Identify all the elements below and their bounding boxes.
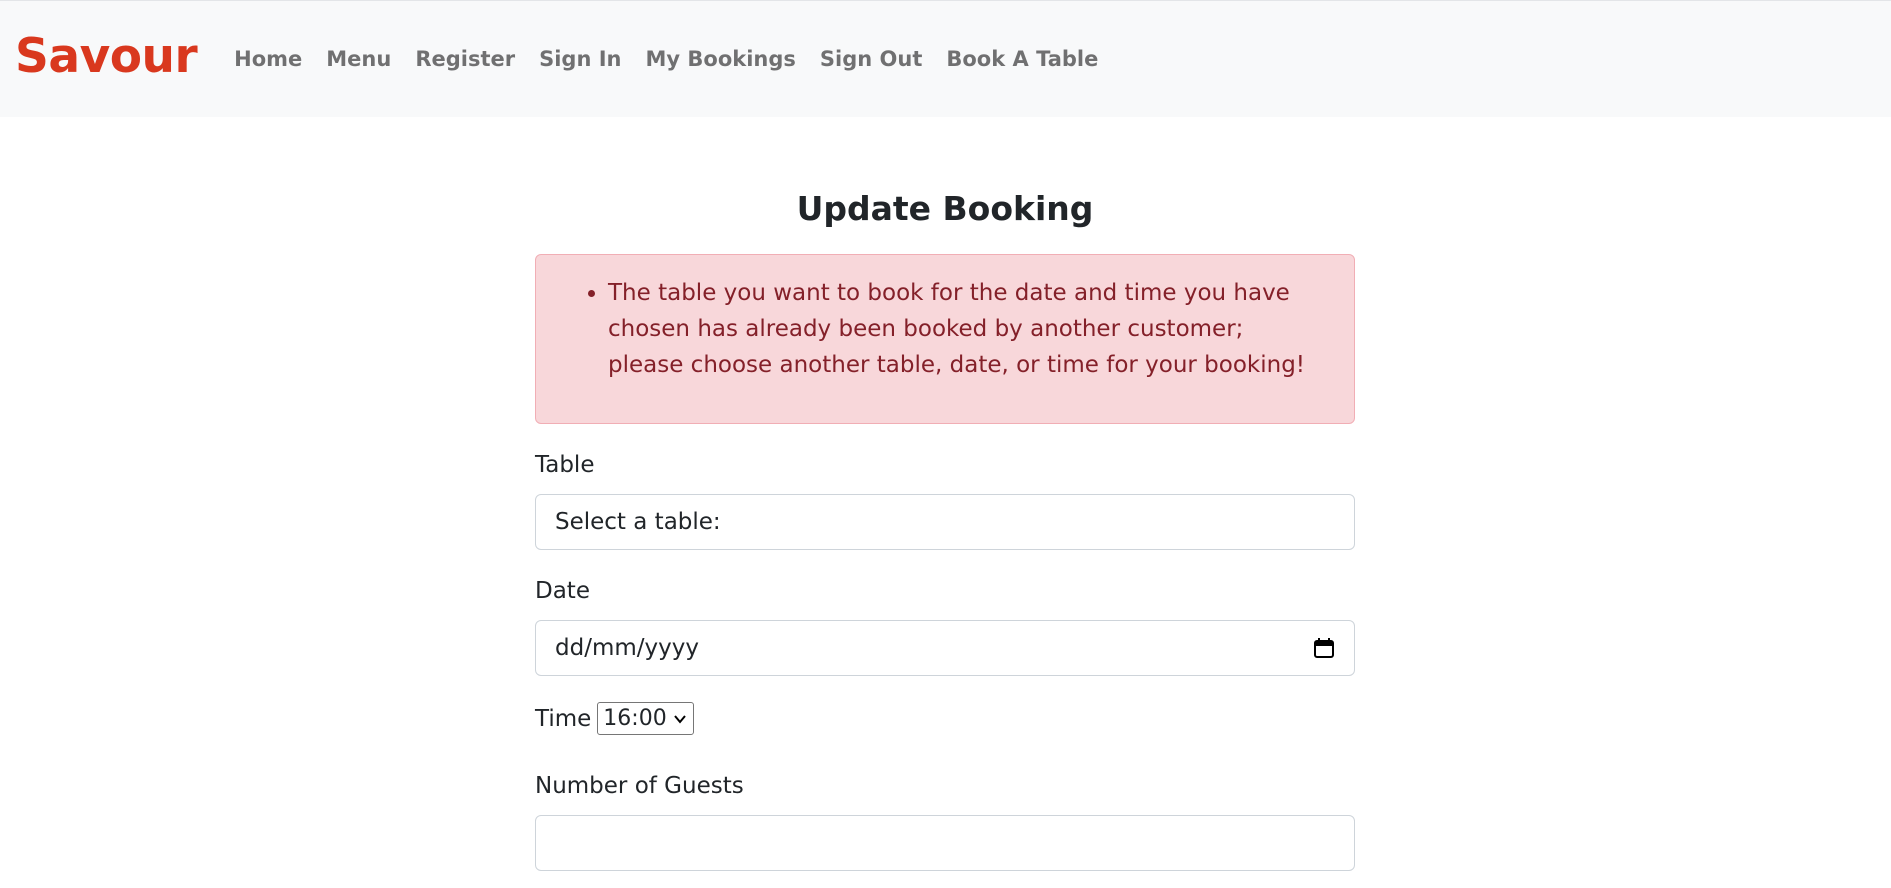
page-title: Update Booking (796, 189, 1094, 228)
nav-links: Home Menu Register Sign In My Bookings S… (222, 47, 1110, 71)
date-label: Date (535, 578, 590, 604)
navbar: Savour Home Menu Register Sign In My Boo… (0, 0, 1891, 117)
date-input[interactable]: dd/mm/yyyy (535, 620, 1355, 676)
nav-link-book-a-table[interactable]: Book A Table (934, 47, 1110, 71)
time-select-value: 16:00 (603, 706, 667, 731)
brand-logo[interactable]: Savour (15, 29, 198, 84)
time-select[interactable]: 16:00 (597, 702, 694, 735)
nav-link-my-bookings[interactable]: My Bookings (634, 47, 808, 71)
nav-link-sign-out[interactable]: Sign Out (808, 47, 934, 71)
guests-label: Number of Guests (535, 773, 744, 799)
booking-form-container: Update Booking The table you want to boo… (535, 117, 1355, 871)
guests-input[interactable] (535, 815, 1355, 871)
time-label: Time (535, 705, 592, 732)
calendar-icon[interactable] (1313, 637, 1335, 659)
table-select[interactable]: Select a table: (535, 494, 1355, 550)
table-select-value: Select a table: (555, 509, 721, 535)
date-input-placeholder: dd/mm/yyyy (555, 635, 699, 661)
error-alert: The table you want to book for the date … (535, 254, 1355, 424)
error-message: The table you want to book for the date … (608, 275, 1318, 383)
nav-link-sign-in[interactable]: Sign In (527, 47, 633, 71)
time-row: Time 16:00 (535, 702, 1355, 735)
nav-link-register[interactable]: Register (403, 47, 527, 71)
table-label: Table (535, 452, 595, 478)
chevron-down-icon (673, 714, 686, 724)
nav-link-home[interactable]: Home (222, 47, 314, 71)
nav-link-menu[interactable]: Menu (314, 47, 403, 71)
